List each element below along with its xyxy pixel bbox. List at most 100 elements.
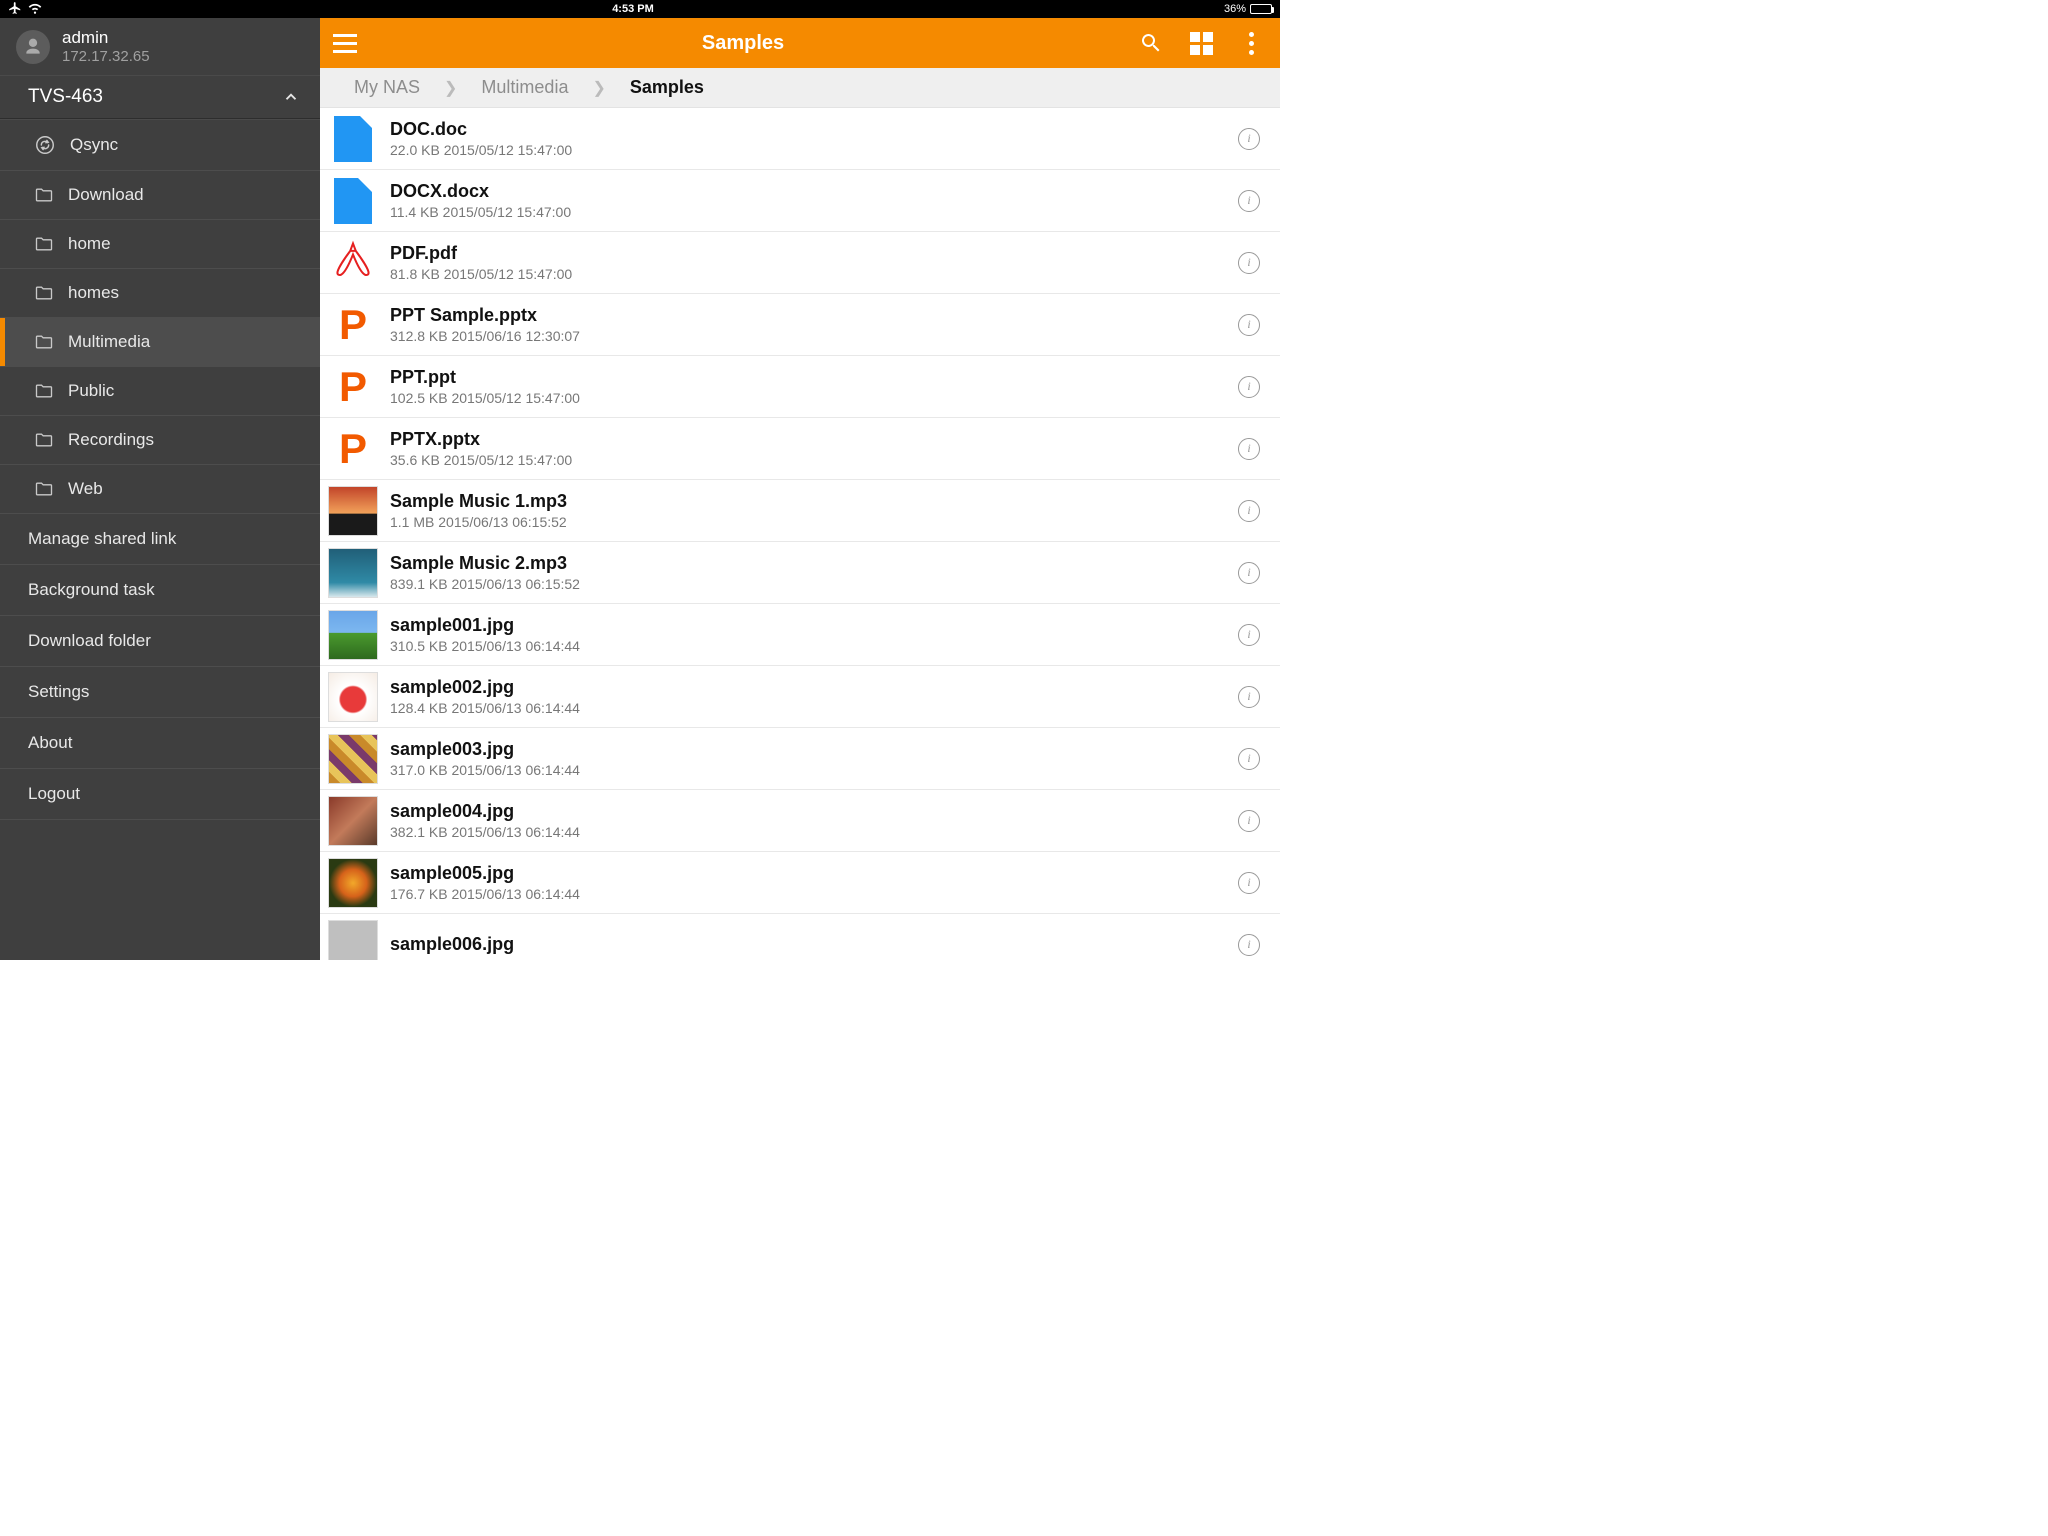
breadcrumb: My NAS❯Multimedia❯Samples (320, 68, 1280, 108)
file-row[interactable]: DOCX.docx11.4 KB 2015/05/12 15:47:00i (320, 170, 1280, 232)
image-thumb (328, 610, 378, 660)
file-row[interactable]: Sample Music 1.mp31.1 MB 2015/06/13 06:1… (320, 480, 1280, 542)
chevron-right-icon: ❯ (444, 78, 457, 98)
folder-label: Web (68, 479, 103, 499)
chevron-right-icon: ❯ (592, 78, 605, 98)
file-info-button[interactable]: i (1232, 934, 1266, 956)
info-icon: i (1238, 562, 1260, 584)
info-icon: i (1238, 190, 1260, 212)
sidebar-folder-public[interactable]: Public (0, 367, 320, 416)
file-name: Sample Music 2.mp3 (390, 553, 1232, 574)
file-row[interactable]: PPPTX.pptx35.6 KB 2015/05/12 15:47:00i (320, 418, 1280, 480)
menu-item-background-task[interactable]: Background task (0, 565, 320, 616)
top-bar: Samples (320, 18, 1280, 68)
sidebar-folder-home[interactable]: home (0, 220, 320, 269)
sidebar-folder-qsync[interactable]: Qsync (0, 120, 320, 171)
file-name: PPTX.pptx (390, 429, 1232, 450)
file-row[interactable]: PDF.pdf81.8 KB 2015/05/12 15:47:00i (320, 232, 1280, 294)
search-icon (1139, 31, 1163, 55)
image-thumb (328, 920, 378, 961)
ppt-file-icon: P (339, 363, 367, 411)
ppt-file-icon: P (339, 301, 367, 349)
file-info-button[interactable]: i (1232, 872, 1266, 894)
file-row[interactable]: P PPT Sample.pptx 312.8 KB 2015/06/16 12:3… (320, 294, 1280, 356)
file-info-button[interactable]: i (1232, 128, 1266, 150)
file-info-button[interactable]: i (1232, 438, 1266, 460)
grid-icon (1190, 32, 1213, 55)
file-info-button[interactable]: i (1232, 500, 1266, 522)
pdf-file-icon (331, 238, 375, 287)
file-list[interactable]: DOC.doc22.0 KB 2015/05/12 15:47:00iDOCX.… (320, 108, 1280, 960)
file-details: 176.7 KB 2015/06/13 06:14:44 (390, 886, 1232, 902)
folder-label: Download (68, 185, 144, 205)
info-icon: i (1238, 500, 1260, 522)
sidebar-folder-download[interactable]: Download (0, 171, 320, 220)
menu-button[interactable] (320, 18, 370, 68)
image-thumb (328, 548, 378, 598)
file-name: sample002.jpg (390, 677, 1232, 698)
device-row[interactable]: TVS-463 (0, 75, 320, 119)
file-row[interactable]: Sample Music 2.mp3 839.1 KB 2015/06/13 06… (320, 542, 1280, 604)
sidebar-folder-web[interactable]: Web (0, 465, 320, 514)
file-row[interactable]: sample005.jpg 176.7 KB 2015/06/13 06:14:4… (320, 852, 1280, 914)
file-name: PPT Sample.pptx (390, 305, 1232, 326)
file-info-button[interactable]: i (1232, 252, 1266, 274)
menu-item-settings[interactable]: Settings (0, 667, 320, 718)
file-name: DOC.doc (390, 119, 1232, 140)
breadcrumb-item[interactable]: Multimedia (481, 77, 568, 98)
file-row[interactable]: sample002.jpg 128.4 KB 2015/06/13 06:14:4… (320, 666, 1280, 728)
file-info-button[interactable]: i (1232, 810, 1266, 832)
file-row[interactable]: sample006.jpg i (320, 914, 1280, 960)
file-info-button[interactable]: i (1232, 376, 1266, 398)
file-details: 11.4 KB 2015/05/12 15:47:00 (390, 204, 1232, 220)
file-info-button[interactable]: i (1232, 314, 1266, 336)
file-details: 312.8 KB 2015/06/16 12:30:07 (390, 328, 1232, 344)
file-name: PPT.ppt (390, 367, 1232, 388)
info-icon: i (1238, 314, 1260, 336)
sidebar-folder-homes[interactable]: homes (0, 269, 320, 318)
file-row[interactable]: DOC.doc22.0 KB 2015/05/12 15:47:00i (320, 108, 1280, 170)
user-block[interactable]: admin 172.17.32.65 (0, 18, 320, 75)
user-address: 172.17.32.65 (62, 48, 150, 65)
file-details: 839.1 KB 2015/06/13 06:15:52 (390, 576, 1232, 592)
folder-label: home (68, 234, 111, 254)
file-details: 128.4 KB 2015/06/13 06:14:44 (390, 700, 1232, 716)
image-thumb (328, 486, 378, 536)
file-info-button[interactable]: i (1232, 686, 1266, 708)
file-info-button[interactable]: i (1232, 748, 1266, 770)
breadcrumb-item[interactable]: My NAS (354, 77, 420, 98)
battery-percent: 36% (1224, 3, 1246, 15)
file-name: sample006.jpg (390, 934, 1232, 955)
menu-item-about[interactable]: About (0, 718, 320, 769)
file-row[interactable]: sample001.jpg310.5 KB 2015/06/13 06:14:4… (320, 604, 1280, 666)
folder-label: Recordings (68, 430, 154, 450)
file-details: 310.5 KB 2015/06/13 06:14:44 (390, 638, 1232, 654)
sidebar: admin 172.17.32.65 TVS-463 Qsync Download… (0, 18, 320, 960)
search-button[interactable] (1126, 18, 1176, 68)
file-info-button[interactable]: i (1232, 624, 1266, 646)
file-row[interactable]: sample004.jpg382.1 KB 2015/06/13 06:14:4… (320, 790, 1280, 852)
file-info-button[interactable]: i (1232, 562, 1266, 584)
wifi-icon (28, 1, 42, 18)
grid-view-button[interactable] (1176, 18, 1226, 68)
avatar (16, 30, 50, 64)
info-icon: i (1238, 934, 1260, 956)
menu-item-logout[interactable]: Logout (0, 769, 320, 820)
folder-label: Public (68, 381, 114, 401)
status-left (8, 1, 42, 18)
doc-file-icon (334, 116, 372, 162)
file-row[interactable]: sample003.jpg317.0 KB 2015/06/13 06:14:4… (320, 728, 1280, 790)
image-thumb (328, 734, 378, 784)
username: admin (62, 28, 150, 48)
file-name: sample005.jpg (390, 863, 1232, 884)
file-details: 35.6 KB 2015/05/12 15:47:00 (390, 452, 1232, 468)
device-name: TVS-463 (28, 86, 103, 108)
menu-item-manage-shared-link[interactable]: Manage shared link (0, 514, 320, 565)
info-icon: i (1238, 438, 1260, 460)
sidebar-folder-multimedia[interactable]: Multimedia (0, 318, 320, 367)
menu-item-download-folder[interactable]: Download folder (0, 616, 320, 667)
file-info-button[interactable]: i (1232, 190, 1266, 212)
file-row[interactable]: PPPT.ppt102.5 KB 2015/05/12 15:47:00i (320, 356, 1280, 418)
sidebar-folder-recordings[interactable]: Recordings (0, 416, 320, 465)
more-button[interactable] (1226, 18, 1276, 68)
